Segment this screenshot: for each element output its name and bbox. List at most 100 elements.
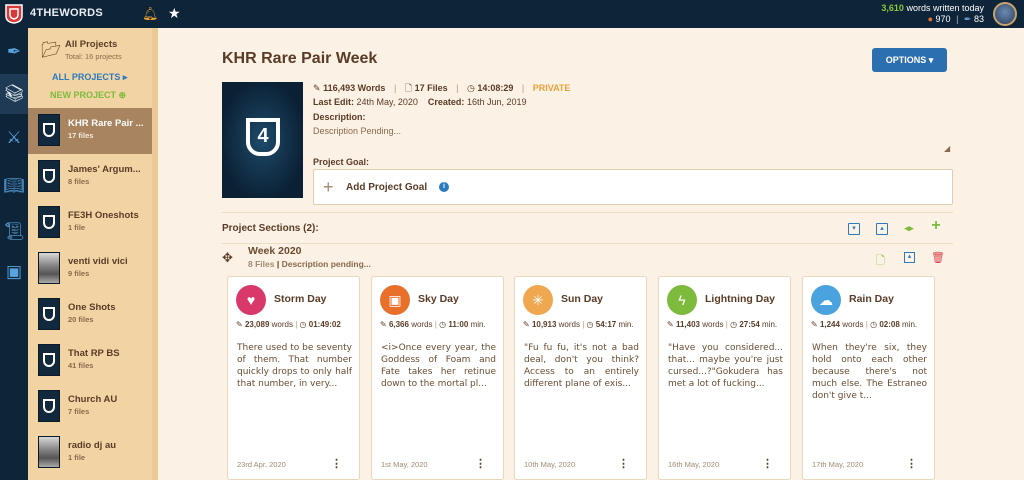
document-card-storm-day[interactable]: ♥ Storm Day ✎ 23,089 words | ◷ 01:49:02 … [227,276,360,480]
all-projects-link[interactable]: ALL PROJECTS ▸ [52,72,127,83]
open-folder-icon: 📂︎ [41,42,62,59]
delete-trash-icon[interactable]: 🗑︎ [931,251,945,264]
notifications-bell-icon[interactable]: 🔔︎ [142,6,159,22]
card-time: 02:08 [879,320,900,329]
document-card-sky-day[interactable]: ▣ Sky Day ✎ 6,366 words | ◷ 11:00 min. <… [371,276,504,480]
card-date: 16th May, 2020 [668,460,720,469]
kebab-menu-icon[interactable]: ⋮ [331,457,342,470]
last-edit-label: Last Edit: [313,97,355,107]
project-sections-label: Project Sections (2): [222,223,319,234]
section-title: Week 2020 [248,245,302,257]
kebab-menu-icon[interactable]: ⋮ [618,457,629,470]
user-avatar[interactable] [993,2,1017,26]
project-thumbnail [38,298,60,330]
project-thumbnail [38,206,60,238]
document-card-rain-day[interactable]: ☁︎ Rain Day ✎ 1,244 words | ◷ 02:08 min.… [802,276,935,480]
project-item-venti-vidi-vici[interactable]: venti vidi vici 9 files [28,246,152,292]
document-card-sun-day[interactable]: ✳ Sun Day ✎ 10,913 words | ◷ 54:17 min. … [514,276,647,480]
battle-swords-icon[interactable]: ⚔︎ [0,118,28,158]
move-drag-icon[interactable]: ✥ [222,250,233,266]
scroll-icon[interactable]: 📜︎ [0,212,28,252]
collapse-down-icon[interactable]: ▾ [848,223,860,235]
project-item-files: 1 file [68,223,86,232]
quill-icon[interactable]: ✒︎ [0,32,28,72]
clock-icon: ◷ [870,320,878,329]
card-stats: ✎ 1,244 words | ◷ 02:08 min. [811,320,918,329]
expand-horizontal-icon[interactable]: ◂▸ [903,223,915,235]
feather-icon: ✒︎ [963,14,972,24]
project-thumbnail [38,114,60,146]
project-item-files: 7 files [68,407,90,416]
projects-books-icon[interactable]: 📚︎ [0,74,28,114]
project-item-church-au[interactable]: Church AU 7 files [28,384,152,430]
icon-rail: ✒︎ 📚︎ ⚔︎ 📖︎ 📜︎ ▣ [0,28,28,480]
move-up-icon[interactable]: ▴ [904,252,915,263]
caret-right-icon: ▸ [122,72,128,82]
project-item-radio-dj-au[interactable]: radio dj au 1 file [28,430,152,476]
project-item-khr-rare-pair[interactable]: KHR Rare Pair ... 17 files [28,108,152,154]
edit-icon: ✎ [380,320,387,329]
description-textarea[interactable]: Description Pending... [313,126,401,136]
section-description: Description pending... [281,259,371,269]
project-list-panel: 📂︎ All Projects Total: 16 projects ALL P… [28,28,152,480]
heart-icon: ♥ [236,285,266,315]
main-content: KHR Rare Pair Week OPTIONS ▾ 4 ✎ 116,493… [158,28,1024,480]
project-item-files: 17 files [68,131,94,140]
project-item-one-shots[interactable]: One Shots 20 files [28,292,152,338]
card-date: 23rd Apr, 2020 [237,460,286,469]
card-title: Sky Day [418,293,459,305]
all-projects-link-label: ALL PROJECTS [52,72,121,82]
project-item-name: James' Argum... [68,164,141,175]
info-icon[interactable]: i [439,182,449,192]
project-item-files: 1 file [68,453,86,462]
project-goal-label: Project Goal: [313,157,370,167]
favorites-star-icon[interactable]: ★ [168,5,181,22]
kebab-menu-icon[interactable]: ⋮ [906,457,917,470]
kebab-menu-icon[interactable]: ⋮ [475,457,486,470]
card-stats: ✎ 10,913 words | ◷ 54:17 min. [523,320,634,329]
image-icon: ▣ [380,285,410,315]
app-logo-icon[interactable] [5,4,23,24]
project-item-fe3h-oneshots[interactable]: FE3H Oneshots 1 file [28,200,152,246]
project-cover[interactable]: 4 [222,82,303,198]
divider [222,243,953,244]
card-words: 11,403 [675,320,700,329]
privacy-badge: PRIVATE [532,83,571,93]
project-item-name: FE3H Oneshots [68,210,139,221]
card-time: 27:54 [739,320,760,329]
project-item-files: 20 files [68,315,94,324]
gallery-image-icon[interactable]: ▣ [0,252,28,292]
add-section-icon[interactable]: + [930,218,942,234]
document-card-lightning-day[interactable]: ϟ Lightning Day ✎ 11,403 words | ◷ 27:54… [658,276,791,480]
kebab-menu-icon[interactable]: ⋮ [762,457,773,470]
project-item-james-argum[interactable]: James' Argum... 8 files [28,154,152,200]
card-words: 10,913 [531,320,557,329]
created-date: 16th Jun, 2019 [466,97,527,107]
clock-icon: ◷ [299,320,307,329]
collapse-up-icon[interactable]: ▴ [876,223,888,235]
project-item-that-rp-bs[interactable]: That RP BS 41 files [28,338,152,384]
open-book-icon[interactable]: 📖︎ [0,166,28,206]
card-excerpt: There used to be seventy of them. That n… [237,343,352,389]
time-unit: min. [618,320,634,329]
project-item-name: One Shots [68,302,116,313]
created-label: Created: [427,97,465,107]
project-thumbnail [38,436,60,468]
new-project-link[interactable]: NEW PROJECT ⊕ [50,90,126,101]
brand-name[interactable]: 4THEWORDS [30,7,103,19]
project-item-name: radio dj au [68,440,117,451]
card-words: 23,089 [244,320,270,329]
words-unit: words [411,320,433,329]
coin-icon: ● [927,14,933,24]
edit-icon: ✎ [667,320,674,329]
add-project-goal-button[interactable]: + Add Project Goal i [313,169,953,205]
words-today-count: 3,610 [881,3,904,13]
project-item-files: 8 files [68,177,90,186]
resize-handle-icon[interactable]: ◢ [944,144,950,153]
section-subtitle: 8 Files | Description pending... [248,259,371,269]
options-button[interactable]: OPTIONS ▾ [872,48,947,72]
new-document-icon[interactable]: 🗋︎ [876,252,885,271]
clock-icon: ◷ [730,320,738,329]
description-label: Description: [313,112,366,122]
words-unit: words [558,320,580,329]
